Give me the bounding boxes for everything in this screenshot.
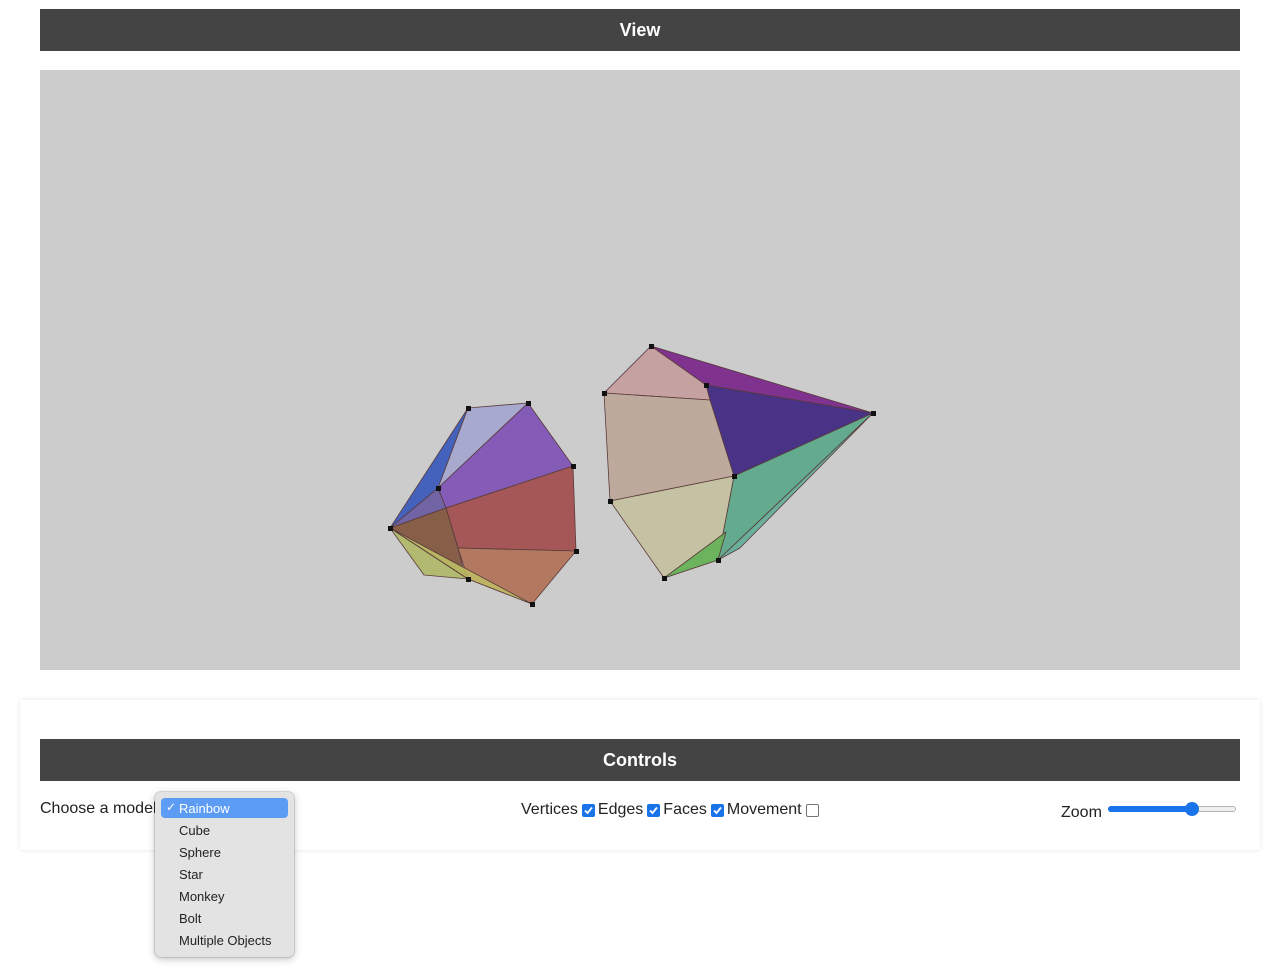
model-option-star[interactable]: Star [161, 864, 288, 884]
view-title: View [619, 19, 661, 40]
movement-label: Movement [726, 801, 802, 818]
controls-title: Controls [603, 749, 677, 770]
model-option-multiple-objects[interactable]: Multiple Objects [161, 930, 288, 950]
model-option-sphere[interactable]: Sphere [161, 842, 288, 862]
vertex [871, 411, 876, 416]
vertices-label: Vertices [521, 801, 578, 818]
model-render [388, 344, 876, 607]
vertices-checkbox[interactable] [581, 803, 595, 817]
faces-checkbox[interactable] [710, 803, 724, 817]
vertex [526, 401, 531, 406]
zoom-track-fill [1108, 806, 1192, 812]
zoom-label: Zoom [1061, 804, 1102, 821]
vertex [602, 391, 607, 396]
edges-label: Edges [597, 801, 644, 818]
faces-label: Faces [663, 801, 707, 818]
model-option-cube[interactable]: Cube [161, 820, 288, 840]
movement-checkbox[interactable] [805, 803, 819, 817]
vertex [466, 406, 471, 411]
model-option-bolt[interactable]: Bolt [161, 908, 288, 928]
checkmark-icon: ✓ [166, 800, 177, 814]
vertex [732, 474, 737, 479]
model-option-monkey[interactable]: Monkey [161, 886, 288, 906]
model-dropdown-menu[interactable]: ✓ Rainbow Cube Sphere Star Monkey Bolt M… [155, 792, 294, 957]
vertex [662, 576, 667, 581]
view-header: View [40, 9, 1240, 51]
vertex [436, 486, 441, 491]
model-option-rainbow[interactable]: ✓ Rainbow [161, 798, 288, 818]
vertex [704, 383, 709, 388]
vertex [571, 464, 576, 469]
vertex [608, 499, 613, 504]
vertex [716, 558, 721, 563]
controls-header: Controls [40, 739, 1240, 781]
zoom-thumb[interactable] [1185, 802, 1199, 816]
zoom-slider[interactable] [1108, 801, 1238, 817]
vertex [530, 602, 535, 607]
vertex [574, 549, 579, 554]
3d-viewport[interactable] [40, 70, 1240, 670]
vertex [649, 344, 654, 349]
display-toggles: Vertices Edges Faces Movement [521, 801, 822, 819]
model-select-label: Choose a model [40, 800, 157, 817]
vertex [388, 526, 393, 531]
vertex [466, 577, 471, 582]
edges-checkbox[interactable] [647, 803, 661, 817]
